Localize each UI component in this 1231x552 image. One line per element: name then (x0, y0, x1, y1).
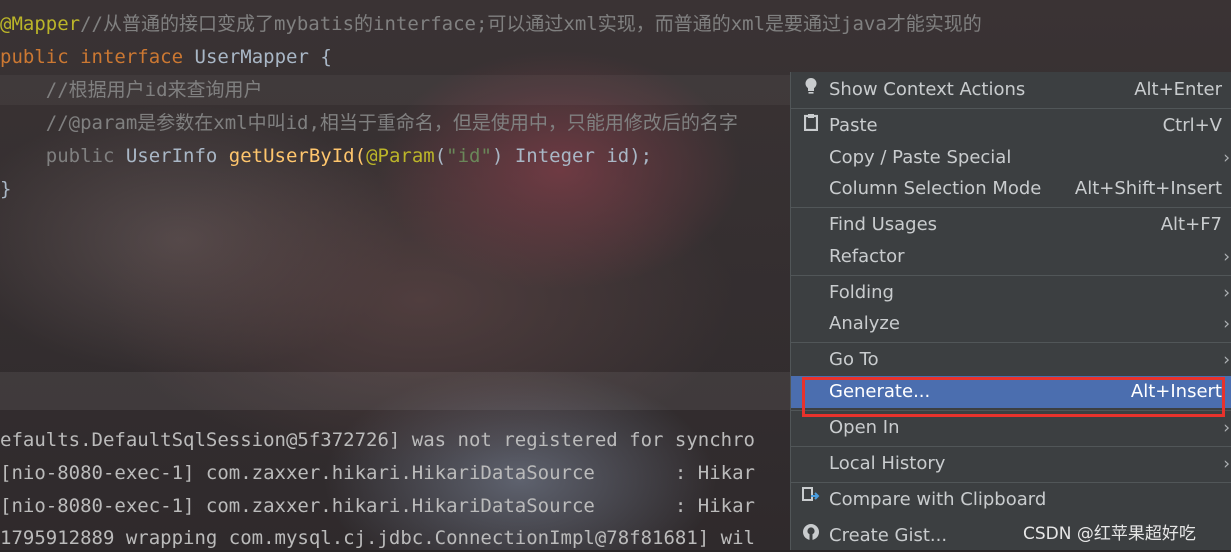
highlight-annotation-box (802, 377, 1225, 417)
menu-separator (791, 275, 1231, 276)
menu-item-go-to[interactable]: Go To › (791, 344, 1231, 376)
menu-separator (791, 108, 1231, 109)
menu-item-compare-with-clipboard[interactable]: Compare with Clipboard (791, 484, 1231, 516)
menu-item-label: Copy / Paste Special (829, 147, 1012, 168)
menu-item-label: Column Selection Mode (829, 178, 1042, 199)
code-editor[interactable]: @Mapper//从普通的接口变成了mybatis的interface;可以通过… (0, 0, 982, 410)
comment: //@param是参数在xml中叫id,相当于重命名，但是使用中，只能用修改后的… (0, 112, 738, 134)
menu-item-label: Go To (829, 349, 879, 370)
shortcut: Alt+Shift+Insert (1074, 178, 1222, 199)
menu-item-local-history[interactable]: Local History › (791, 448, 1231, 480)
menu-item-copy-paste-special[interactable]: Copy / Paste Special › (791, 142, 1231, 174)
log-line: [nio-8080-exec-1] com.zaxxer.hikari.Hika… (0, 495, 755, 517)
comment: //根据用户id来查询用户 (0, 79, 263, 101)
editor-caret-row (0, 372, 790, 410)
param-annotation: @Param (366, 145, 435, 167)
menu-item-label: Refactor (829, 246, 905, 267)
github-icon (801, 520, 821, 552)
code-line-1: @Mapper//从普通的接口变成了mybatis的interface;可以通过… (0, 9, 982, 39)
code-line-3: //根据用户id来查询用户 (0, 75, 263, 105)
chevron-right-icon: › (1223, 148, 1230, 168)
log-line: [nio-8080-exec-1] com.zaxxer.hikari.Hika… (0, 462, 755, 484)
comment: //从普通的接口变成了mybatis的interface;可以通过xml实现，而… (80, 13, 982, 35)
params-rest: ) Integer id); (491, 145, 653, 167)
menu-item-find-usages[interactable]: Find Usages Alt+F7 (791, 209, 1231, 241)
paren-open: ( (354, 145, 367, 167)
context-menu: Show Context Actions Alt+Enter Paste Ctr… (790, 72, 1231, 550)
menu-item-folding[interactable]: Folding › (791, 277, 1231, 309)
menu-item-show-context-actions[interactable]: Show Context Actions Alt+Enter (791, 74, 1231, 106)
shortcut: Alt+F7 (1160, 214, 1222, 235)
keyword-public: public (0, 145, 115, 167)
log-line: 1795912889 wrapping com.mysql.cj.jdbc.Co… (0, 527, 755, 549)
menu-item-label: Show Context Actions (829, 79, 1026, 100)
menu-separator (791, 446, 1231, 447)
menu-item-label: Paste (829, 115, 878, 136)
menu-item-refactor[interactable]: Refactor › (791, 241, 1231, 273)
shortcut: Ctrl+V (1162, 115, 1222, 136)
menu-item-column-selection-mode[interactable]: Column Selection Mode Alt+Shift+Insert (791, 173, 1231, 205)
chevron-right-icon: › (1223, 350, 1230, 370)
chevron-right-icon: › (1223, 283, 1230, 303)
menu-item-label: Compare with Clipboard (829, 489, 1047, 510)
annotation-mapper: @Mapper (0, 13, 81, 35)
chevron-right-icon: › (1223, 454, 1230, 474)
menu-item-label: Find Usages (829, 214, 938, 235)
menu-item-label: Create Gist... (829, 525, 948, 546)
menu-item-analyze[interactable]: Analyze › (791, 308, 1231, 340)
keyword-interface: interface (80, 46, 184, 68)
menu-separator (791, 207, 1231, 208)
keyword-public: public (0, 46, 69, 68)
return-type: UserInfo (114, 145, 229, 167)
string-literal: "id" (446, 145, 492, 167)
compare-icon (801, 484, 821, 516)
paren: ( (434, 145, 447, 167)
console-output[interactable]: efaults.DefaultSqlSession@5f372726] was … (0, 424, 790, 550)
clipboard-icon (801, 110, 821, 142)
watermark: CSDN @红苹果超好吃 (1023, 524, 1196, 544)
interface-name: UserMapper (194, 46, 309, 68)
code-line-5: public UserInfo getUserById(@Param("id")… (0, 141, 652, 171)
menu-item-paste[interactable]: Paste Ctrl+V (791, 110, 1231, 142)
chevron-right-icon: › (1223, 314, 1230, 334)
open-brace: { (308, 46, 332, 68)
chevron-right-icon: › (1223, 247, 1230, 267)
menu-separator (791, 482, 1231, 483)
log-line: efaults.DefaultSqlSession@5f372726] was … (0, 429, 755, 451)
menu-item-label: Local History (829, 453, 946, 474)
method-name: getUserById (228, 145, 355, 167)
lightbulb-icon (801, 74, 821, 106)
code-line-6: } (0, 174, 11, 204)
shortcut: Alt+Enter (1134, 79, 1222, 100)
code-line-2: public interface UserMapper { (0, 42, 332, 72)
code-line-4: //@param是参数在xml中叫id,相当于重命名，但是使用中，只能用修改后的… (0, 108, 738, 138)
menu-item-label: Analyze (829, 313, 900, 334)
menu-separator (791, 342, 1231, 343)
menu-item-label: Folding (829, 282, 894, 303)
close-brace: } (0, 178, 12, 200)
